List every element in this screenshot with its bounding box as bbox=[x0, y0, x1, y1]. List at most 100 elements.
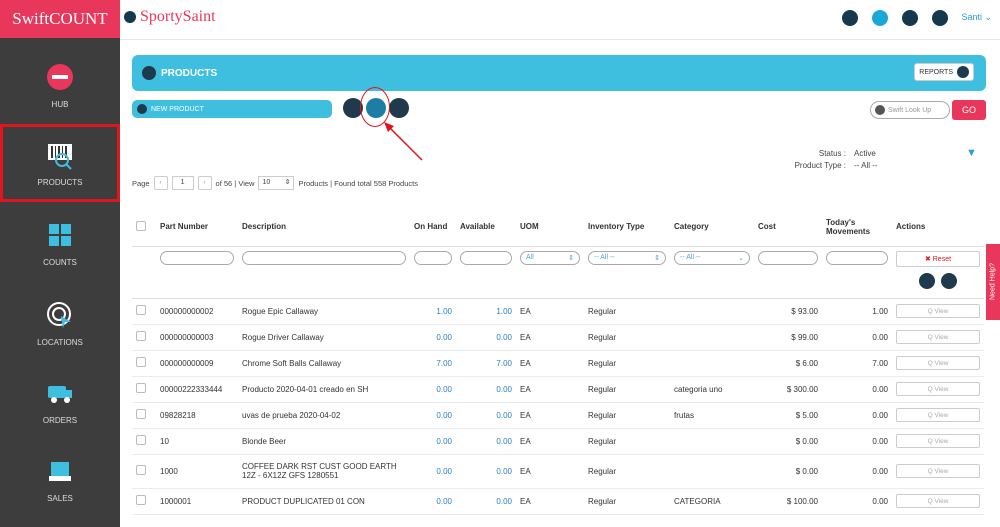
col-category[interactable]: Category bbox=[670, 208, 754, 247]
prev-page-button[interactable]: ‹ bbox=[153, 176, 168, 190]
sidebar-item-orders[interactable]: ORDERS bbox=[0, 362, 120, 440]
view-button[interactable]: Q View bbox=[896, 434, 980, 448]
uom: EA bbox=[516, 402, 584, 429]
select-all-checkbox[interactable] bbox=[132, 208, 156, 247]
available-filter[interactable] bbox=[460, 250, 512, 265]
view-count-select[interactable]: 10 ⇕ bbox=[258, 176, 295, 190]
category-filter[interactable]: -- All -- ⌄ bbox=[674, 250, 750, 265]
new-product-button[interactable]: NEW PRODUCT bbox=[132, 100, 332, 118]
on-hand[interactable]: 7.00 bbox=[410, 350, 456, 377]
brand-logo[interactable]: SwiftCOUNT bbox=[0, 0, 120, 38]
col-part-number[interactable]: Part Number bbox=[156, 208, 238, 247]
row-checkbox[interactable] bbox=[136, 409, 146, 419]
available[interactable]: 7.00 bbox=[456, 350, 516, 377]
row-checkbox[interactable] bbox=[136, 305, 146, 315]
export-icon[interactable] bbox=[919, 272, 935, 289]
on-hand[interactable]: 0.00 bbox=[410, 324, 456, 351]
description: COFFEE DARK RST CUST GOOD EARTH 12Z - 6X… bbox=[238, 454, 410, 489]
col-uom[interactable]: UOM bbox=[516, 208, 584, 247]
page-header: PRODUCTS REPORTS bbox=[132, 55, 986, 91]
row-checkbox[interactable] bbox=[136, 331, 146, 341]
col-description[interactable]: Description bbox=[238, 208, 410, 247]
col-todays-movements[interactable]: Today's Movements bbox=[822, 208, 892, 247]
bell-icon[interactable] bbox=[902, 10, 918, 26]
tag-icon[interactable] bbox=[941, 272, 957, 289]
reset-button[interactable]: ✖ Reset bbox=[896, 250, 980, 267]
sidebar-item-sales[interactable]: SALES bbox=[0, 440, 120, 518]
table-row[interactable]: 000000000009 Chrome Soft Balls Callaway 7.… bbox=[132, 350, 984, 377]
row-checkbox[interactable] bbox=[136, 383, 146, 393]
page-input[interactable]: 1 bbox=[171, 176, 194, 190]
calendar-icon[interactable] bbox=[932, 10, 948, 26]
row-checkbox[interactable] bbox=[136, 435, 146, 445]
sidebar-item-counts[interactable]: COUNTS bbox=[0, 204, 120, 282]
col-cost[interactable]: Cost bbox=[754, 208, 822, 247]
col-inventory-type[interactable]: Inventory Type bbox=[584, 208, 670, 247]
table-row[interactable]: 1000001 PRODUCT DUPLICATED 01 CON 0.00 0.00… bbox=[132, 488, 984, 515]
available[interactable]: 0.00 bbox=[456, 402, 516, 429]
company-logo[interactable]: SportySaint bbox=[124, 8, 216, 26]
table-row[interactable]: 10 Blonde Beer 0.00 0.00 EA Regular $ 0.00 0.00… bbox=[132, 428, 984, 455]
category bbox=[670, 324, 754, 351]
view-button[interactable]: Q View bbox=[896, 356, 980, 370]
description: PRODUCT DUPLICATED 01 CON bbox=[238, 488, 410, 515]
sidebar-item-hub[interactable]: HUB bbox=[0, 46, 120, 124]
location-icon bbox=[45, 300, 75, 330]
view-button[interactable]: Q View bbox=[896, 494, 980, 508]
on-hand[interactable]: 0.00 bbox=[410, 402, 456, 429]
description: Rogue Driver Callaway bbox=[238, 324, 410, 351]
row-checkbox[interactable] bbox=[136, 495, 146, 505]
cost-filter[interactable] bbox=[758, 250, 818, 265]
table-row[interactable]: 1000 COFFEE DARK RST CUST GOOD EARTH 12Z … bbox=[132, 454, 984, 489]
cloud-sync-icon[interactable] bbox=[389, 98, 409, 118]
available[interactable]: 1.00 bbox=[456, 298, 516, 325]
swift-lookup-input[interactable]: Swift Look Up bbox=[870, 101, 950, 119]
view-button[interactable]: Q View bbox=[896, 330, 980, 344]
settings-icon[interactable] bbox=[872, 10, 888, 26]
filter-icon[interactable]: ▼ bbox=[966, 147, 977, 159]
view-button[interactable]: Q View bbox=[896, 408, 980, 422]
table-row[interactable]: 09828218 uvas de prueba 2020-04-02 0.00 0.0… bbox=[132, 402, 984, 429]
movements-filter[interactable] bbox=[826, 250, 888, 265]
description-filter[interactable] bbox=[242, 250, 406, 265]
download-icon[interactable] bbox=[842, 10, 858, 26]
on-hand-filter[interactable] bbox=[414, 250, 452, 265]
on-hand[interactable]: 0.00 bbox=[410, 488, 456, 515]
todays-movements: 0.00 bbox=[822, 454, 892, 489]
available[interactable]: 0.00 bbox=[456, 488, 516, 515]
table-row[interactable]: 000000000002 Rogue Epic Callaway 1.00 1.00 E… bbox=[132, 298, 984, 325]
table-row[interactable]: 000000000003 Rogue Driver Callaway 0.00 0.0… bbox=[132, 324, 984, 351]
sidebar-item-locations[interactable]: LOCATIONS bbox=[0, 284, 120, 362]
row-checkbox[interactable] bbox=[136, 357, 146, 367]
available[interactable]: 0.00 bbox=[456, 454, 516, 489]
filter-row: All ⇕ -- All -- ⇕ -- All -- ⌄ ✖ Reset bbox=[132, 246, 984, 299]
checkbox[interactable] bbox=[136, 220, 146, 231]
on-hand[interactable]: 0.00 bbox=[410, 454, 456, 489]
uom-filter[interactable]: All ⇕ bbox=[520, 250, 580, 265]
description: uvas de prueba 2020-04-02 bbox=[238, 402, 410, 429]
available[interactable]: 0.00 bbox=[456, 324, 516, 351]
available[interactable]: 0.00 bbox=[456, 376, 516, 403]
col-on-hand[interactable]: On Hand bbox=[410, 208, 456, 247]
view-button[interactable]: Q View bbox=[896, 304, 980, 318]
need-help-tab[interactable]: Need Help? bbox=[986, 244, 1000, 320]
reports-button[interactable]: REPORTS bbox=[914, 63, 974, 81]
part-number-filter[interactable] bbox=[160, 250, 234, 265]
inventory-type-filter[interactable]: -- All -- ⇕ bbox=[588, 250, 666, 265]
user-menu[interactable]: Santi ⌄ bbox=[961, 12, 992, 23]
on-hand[interactable]: 0.00 bbox=[410, 376, 456, 403]
reports-label: REPORTS bbox=[919, 68, 953, 76]
row-checkbox[interactable] bbox=[136, 465, 146, 475]
description: Producto 2020-04-01 creado en SH bbox=[238, 376, 410, 403]
available[interactable]: 0.00 bbox=[456, 428, 516, 455]
view-button[interactable]: Q View bbox=[896, 464, 980, 478]
sidebar-item-products[interactable]: PRODUCTS bbox=[0, 124, 120, 202]
on-hand[interactable]: 0.00 bbox=[410, 428, 456, 455]
page-label: Page bbox=[132, 178, 150, 188]
view-button[interactable]: Q View bbox=[896, 382, 980, 396]
table-row[interactable]: 00000222333444 Producto 2020-04-01 creado… bbox=[132, 376, 984, 403]
next-page-button[interactable]: › bbox=[197, 176, 212, 190]
col-available[interactable]: Available bbox=[456, 208, 516, 247]
on-hand[interactable]: 1.00 bbox=[410, 298, 456, 325]
go-button[interactable]: GO bbox=[952, 100, 986, 120]
